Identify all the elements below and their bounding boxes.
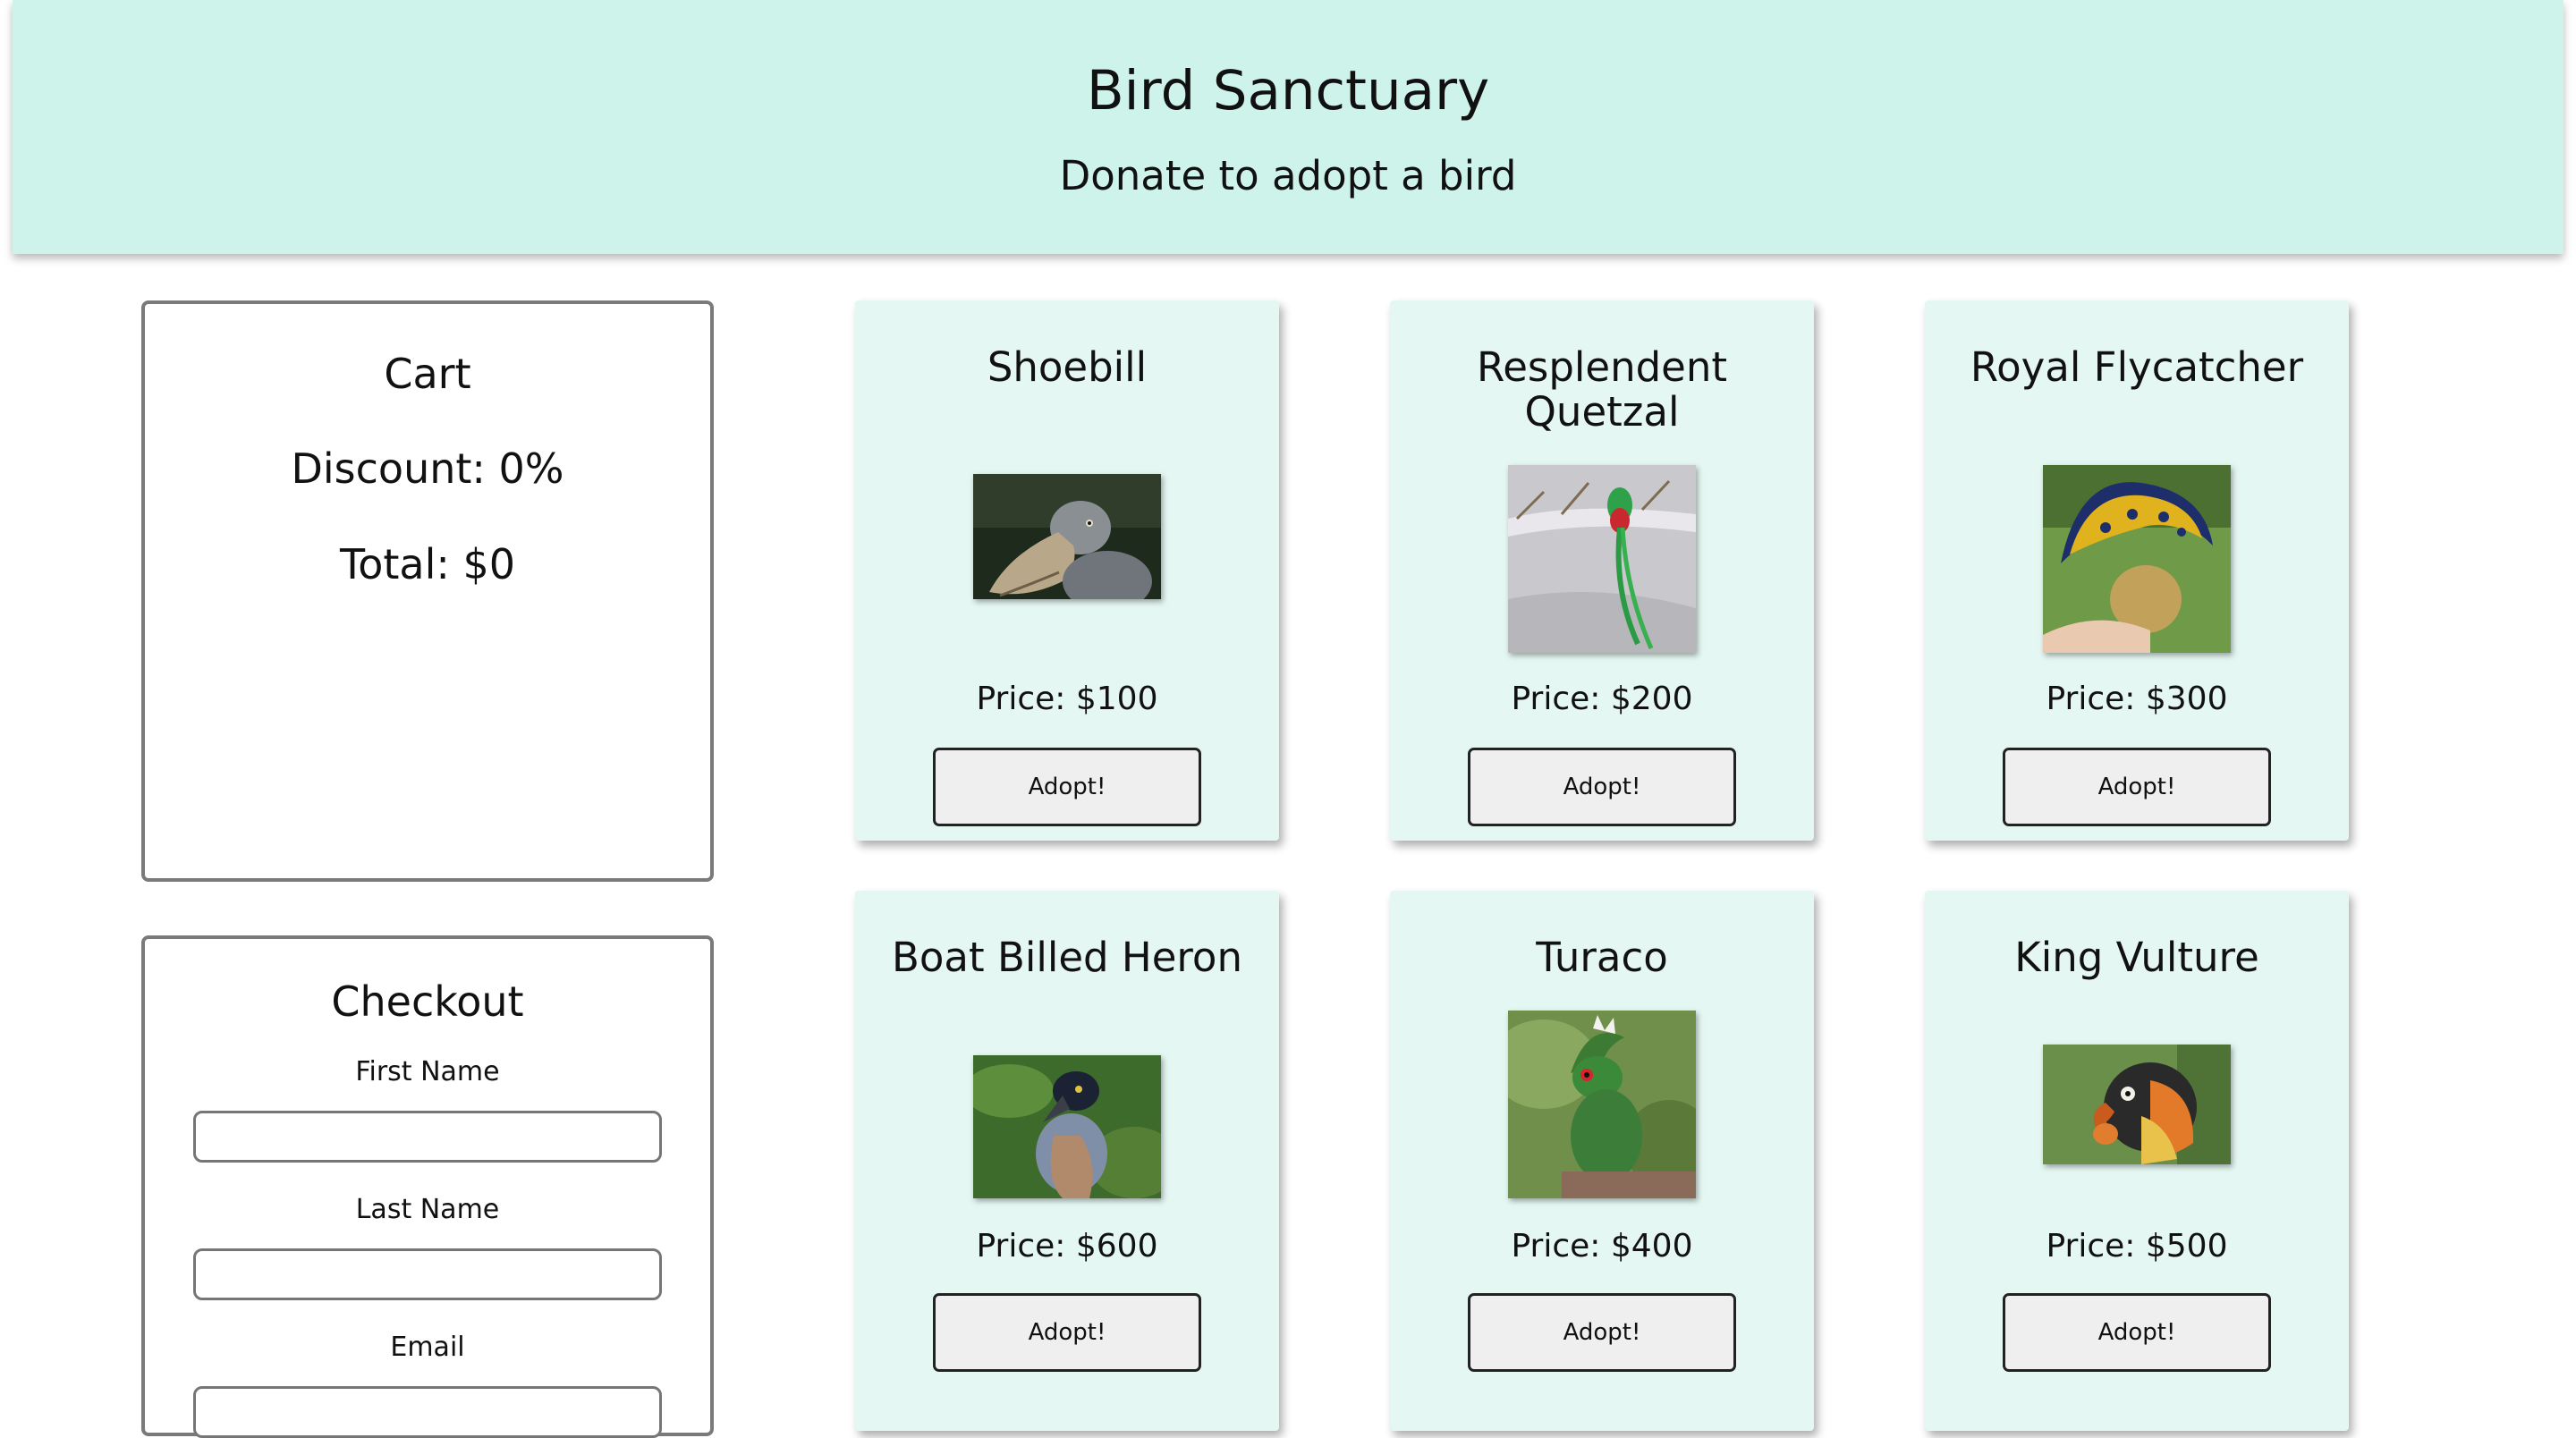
- bird-name: Royal Flycatcher: [1970, 343, 2304, 391]
- first-name-field[interactable]: [193, 1111, 662, 1163]
- bird-price: Price: $500: [2046, 1228, 2228, 1265]
- bird-name: Boat Billed Heron: [892, 934, 1242, 981]
- checkout-title: Checkout: [331, 977, 524, 1026]
- last-name-label: Last Name: [355, 1194, 500, 1225]
- bird-name: Shoebill: [987, 343, 1148, 391]
- bird-card-turaco: Turaco Price: $400 Adopt!: [1390, 891, 1814, 1431]
- bird-card-quetzal: Resplendent Quetzal Price: $200 Adopt!: [1390, 300, 1814, 841]
- bird-price: Price: $200: [1511, 681, 1693, 717]
- quetzal-photo: [1508, 465, 1696, 653]
- cart-title: Cart: [384, 350, 471, 398]
- turaco-photo: [1508, 1011, 1696, 1198]
- bird-price: Price: $600: [976, 1228, 1158, 1265]
- bird-price: Price: $400: [1511, 1228, 1693, 1265]
- heron-photo: [973, 1055, 1161, 1198]
- checkout-panel: Checkout First Name Last Name Email: [141, 935, 714, 1438]
- bird-card-vulture: King Vulture Price: $500 Adopt!: [1925, 891, 2349, 1431]
- bird-name: Resplendent Quetzal: [1476, 343, 1728, 436]
- bird-card-shoebill: Shoebill Price: $100 Adopt!: [855, 300, 1279, 841]
- cart-panel: Cart Discount: 0% Total: $0: [141, 300, 714, 882]
- site-title: Bird Sanctuary: [1086, 59, 1490, 123]
- adopt-button-vulture[interactable]: Adopt!: [2003, 1293, 2271, 1372]
- flycatcher-photo: [2043, 465, 2231, 653]
- cart-total: Total: $0: [339, 540, 516, 588]
- shoebill-photo: [973, 474, 1161, 599]
- site-subtitle: Donate to adopt a bird: [1059, 152, 1517, 199]
- adopt-button-heron[interactable]: Adopt!: [933, 1293, 1201, 1372]
- first-name-label: First Name: [355, 1056, 500, 1087]
- bird-price: Price: $300: [2046, 681, 2228, 717]
- adopt-button-quetzal[interactable]: Adopt!: [1468, 748, 1736, 826]
- adopt-button-turaco[interactable]: Adopt!: [1468, 1293, 1736, 1372]
- adopt-button-shoebill[interactable]: Adopt!: [933, 748, 1201, 826]
- email-field[interactable]: [193, 1386, 662, 1438]
- bird-name: King Vulture: [2014, 934, 2259, 981]
- page-header: Bird Sanctuary Donate to adopt a bird: [13, 0, 2563, 254]
- bird-card-heron: Boat Billed Heron Price: $600 Adopt!: [855, 891, 1279, 1431]
- bird-name: Turaco: [1536, 934, 1668, 981]
- cart-discount: Discount: 0%: [291, 444, 564, 493]
- last-name-field[interactable]: [193, 1248, 662, 1300]
- bird-price: Price: $100: [976, 681, 1158, 717]
- bird-card-flycatcher: Royal Flycatcher Price: $300 Adopt!: [1925, 300, 2349, 841]
- adopt-button-flycatcher[interactable]: Adopt!: [2003, 748, 2271, 826]
- email-label: Email: [390, 1332, 465, 1363]
- vulture-photo: [2043, 1045, 2231, 1164]
